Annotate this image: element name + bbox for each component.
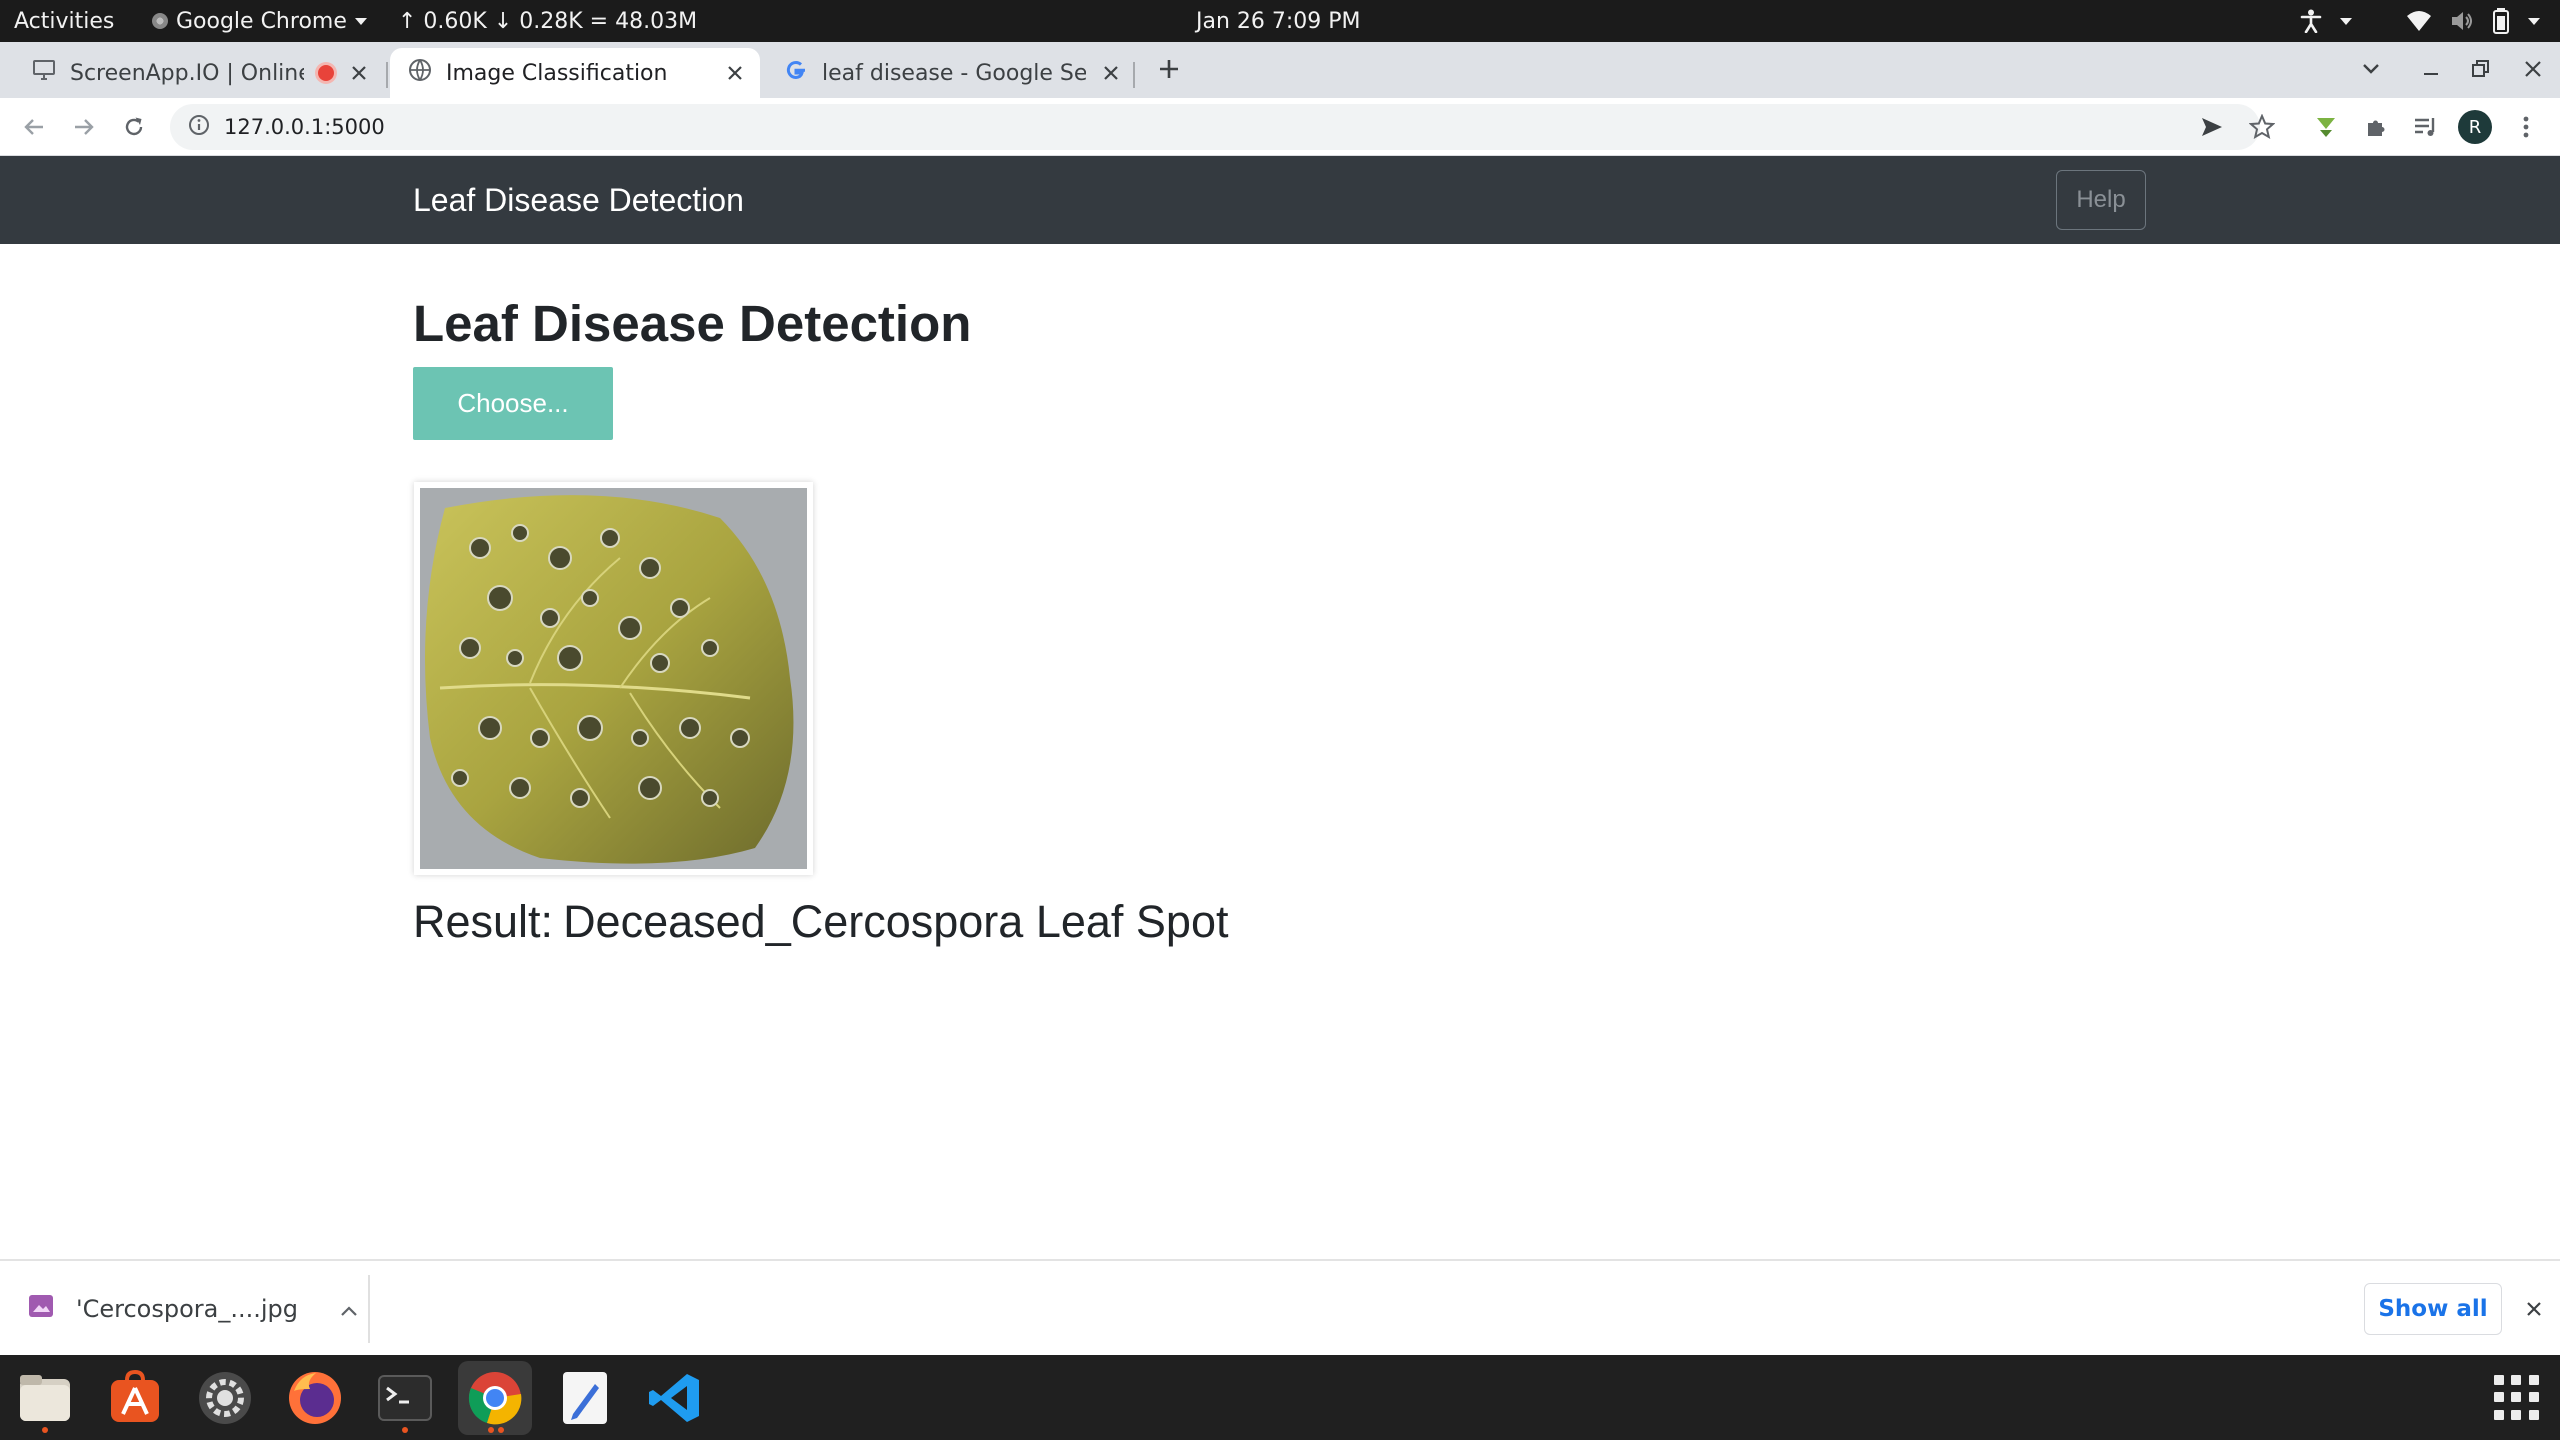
app-menu-label: Google Chrome [176,8,347,34]
activities-button[interactable]: Activities [14,0,114,42]
vscode-icon[interactable] [638,1361,712,1435]
close-window-icon[interactable] [2516,52,2550,86]
taskbar-dock [0,1355,2560,1440]
minimize-window-icon[interactable] [2414,52,2448,86]
software-center-icon[interactable] [98,1361,172,1435]
media-control-icon[interactable] [2408,109,2444,145]
show-all-button[interactable]: Show all [2364,1283,2502,1335]
wifi-icon[interactable] [2406,10,2432,32]
close-tab-icon[interactable] [348,62,370,84]
url-text[interactable]: 127.0.0.1:5000 [224,115,385,139]
result-label: Result: [413,896,554,947]
page-title: Leaf Disease Detection [413,295,972,352]
running-indicator [42,1427,48,1433]
tab-screenapp[interactable]: ScreenApp.IO | Online [14,48,384,98]
recording-indicator-icon [318,65,334,81]
forward-arrow-icon[interactable] [66,109,102,145]
download-file-name: 'Cercospora_....jpg [76,1295,298,1323]
monitor-icon [32,59,56,87]
settings-gear-icon[interactable] [188,1361,262,1435]
image-file-icon [28,1294,54,1324]
leaf-image [420,488,807,869]
tab-title: leaf disease - Google Search [822,60,1086,86]
text-editor-icon[interactable] [548,1361,622,1435]
site-info-icon[interactable] [188,114,210,140]
clock[interactable]: Jan 26 7:09 PM [1196,0,1361,42]
tab-divider [386,62,388,88]
reload-icon[interactable] [116,109,152,145]
close-tab-icon[interactable] [1100,62,1122,84]
chrome-app-icon[interactable] [458,1361,532,1435]
google-icon [784,58,808,88]
tab-strip: ScreenApp.IO | Online Image Classificati… [0,42,2560,98]
navbar: Leaf Disease Detection Help [0,156,2560,244]
globe-icon [408,58,432,88]
chevron-up-icon[interactable] [340,1295,358,1323]
tab-title: ScreenApp.IO | Online [70,60,304,86]
system-tray[interactable] [2300,0,2540,42]
tab-search-button[interactable] [2354,52,2388,86]
download-item[interactable]: 'Cercospora_....jpg [28,1261,358,1357]
chevron-down-icon[interactable] [2528,17,2540,25]
result-text: Result: Deceased_Cercospora Leaf Spot [413,896,1228,948]
network-speed-indicator: ↑ 0.60K ↓ 0.28K = 48.03M [398,8,698,34]
back-arrow-icon[interactable] [16,109,52,145]
browser-toolbar: 127.0.0.1:5000 R [0,98,2560,156]
show-applications-icon[interactable] [2494,1375,2540,1421]
extensions-puzzle-icon[interactable] [2358,109,2394,145]
send-tab-icon[interactable] [2194,109,2230,145]
shelf-divider [368,1275,370,1343]
extension-download-icon[interactable] [2308,109,2344,145]
tab-divider [1133,62,1135,88]
new-tab-button[interactable] [1152,52,1186,86]
close-shelf-icon[interactable] [2516,1291,2552,1327]
running-indicator [498,1427,504,1433]
image-preview [414,482,813,875]
profile-avatar[interactable]: R [2458,110,2492,144]
volume-muted-icon[interactable] [2450,10,2474,32]
accessibility-icon[interactable] [2300,9,2322,33]
chrome-small-icon [152,13,168,29]
chrome-menu-icon[interactable] [2508,109,2544,145]
terminal-icon[interactable] [368,1361,442,1435]
web-page: Leaf Disease Detection Help Leaf Disease… [0,156,2560,1259]
chevron-down-icon[interactable] [2340,17,2352,25]
system-top-bar: Activities Google Chrome ↑ 0.60K ↓ 0.28K… [0,0,2560,42]
running-indicator [402,1427,408,1433]
navbar-brand[interactable]: Leaf Disease Detection [413,156,744,244]
tab-title: Image Classification [446,60,668,86]
files-app-icon[interactable] [8,1361,82,1435]
tab-google-search[interactable]: leaf disease - Google Search [766,48,1136,98]
close-tab-icon[interactable] [724,62,746,84]
tab-image-classification[interactable]: Image Classification [390,48,760,98]
firefox-icon[interactable] [278,1361,352,1435]
chevron-down-icon [354,17,367,25]
battery-icon[interactable] [2492,8,2510,34]
address-bar[interactable]: 127.0.0.1:5000 [170,104,2260,150]
download-shelf: 'Cercospora_....jpg Show all [0,1259,2560,1355]
running-indicator [488,1427,494,1433]
app-menu[interactable]: Google Chrome [152,0,367,42]
choose-file-button[interactable]: Choose... [413,367,613,440]
help-button[interactable]: Help [2056,170,2146,230]
result-value: Deceased_Cercospora Leaf Spot [563,896,1229,947]
bookmark-star-icon[interactable] [2244,109,2280,145]
restore-window-icon[interactable] [2464,52,2498,86]
